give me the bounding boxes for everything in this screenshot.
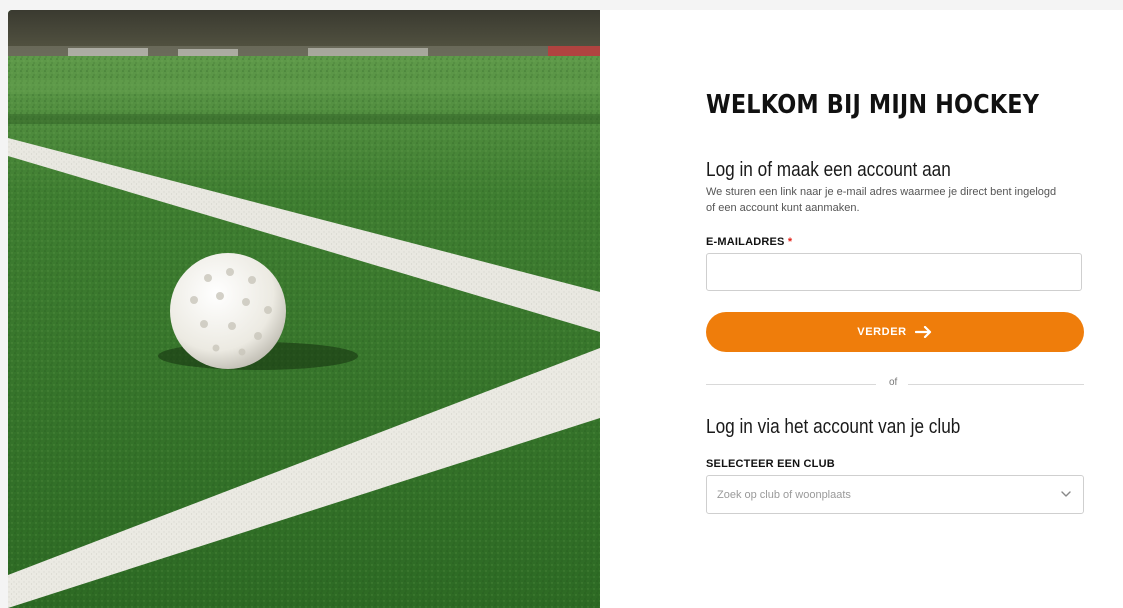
continue-button-label: VERDER: [857, 326, 907, 338]
divider-line-left: [706, 384, 876, 385]
email-field-label: E-MAILADRES *: [706, 236, 792, 248]
club-select-placeholder: Zoek op club of woonplaats: [717, 489, 851, 501]
club-login-heading: Log in via het account van je club: [706, 416, 961, 438]
continue-button[interactable]: VERDER: [706, 312, 1084, 352]
required-marker: *: [787, 236, 793, 248]
email-label-text: E-MAILADRES: [706, 236, 785, 248]
page-title: WELKOM BIJ MIJN HOCKEY: [706, 90, 1040, 120]
hero-image: [8, 10, 600, 608]
divider-label: of: [889, 377, 898, 388]
page-frame: WELKOM BIJ MIJN HOCKEY Log in of maak ee…: [8, 10, 1123, 608]
club-select-label: SELECTEER EEN CLUB: [706, 458, 835, 470]
or-divider: of: [706, 376, 1084, 392]
hockey-turf-illustration: [8, 10, 600, 608]
divider-line-right: [908, 384, 1084, 385]
login-panel: WELKOM BIJ MIJN HOCKEY Log in of maak ee…: [600, 10, 1123, 608]
email-field[interactable]: [706, 253, 1082, 291]
email-login-heading: Log in of maak een account aan: [706, 159, 951, 181]
club-select[interactable]: Zoek op club of woonplaats: [706, 475, 1084, 514]
chevron-down-icon: [1061, 491, 1071, 497]
arrow-right-icon: [914, 326, 931, 338]
email-login-description: We sturen een link naar je e-mail adres …: [706, 186, 1057, 214]
